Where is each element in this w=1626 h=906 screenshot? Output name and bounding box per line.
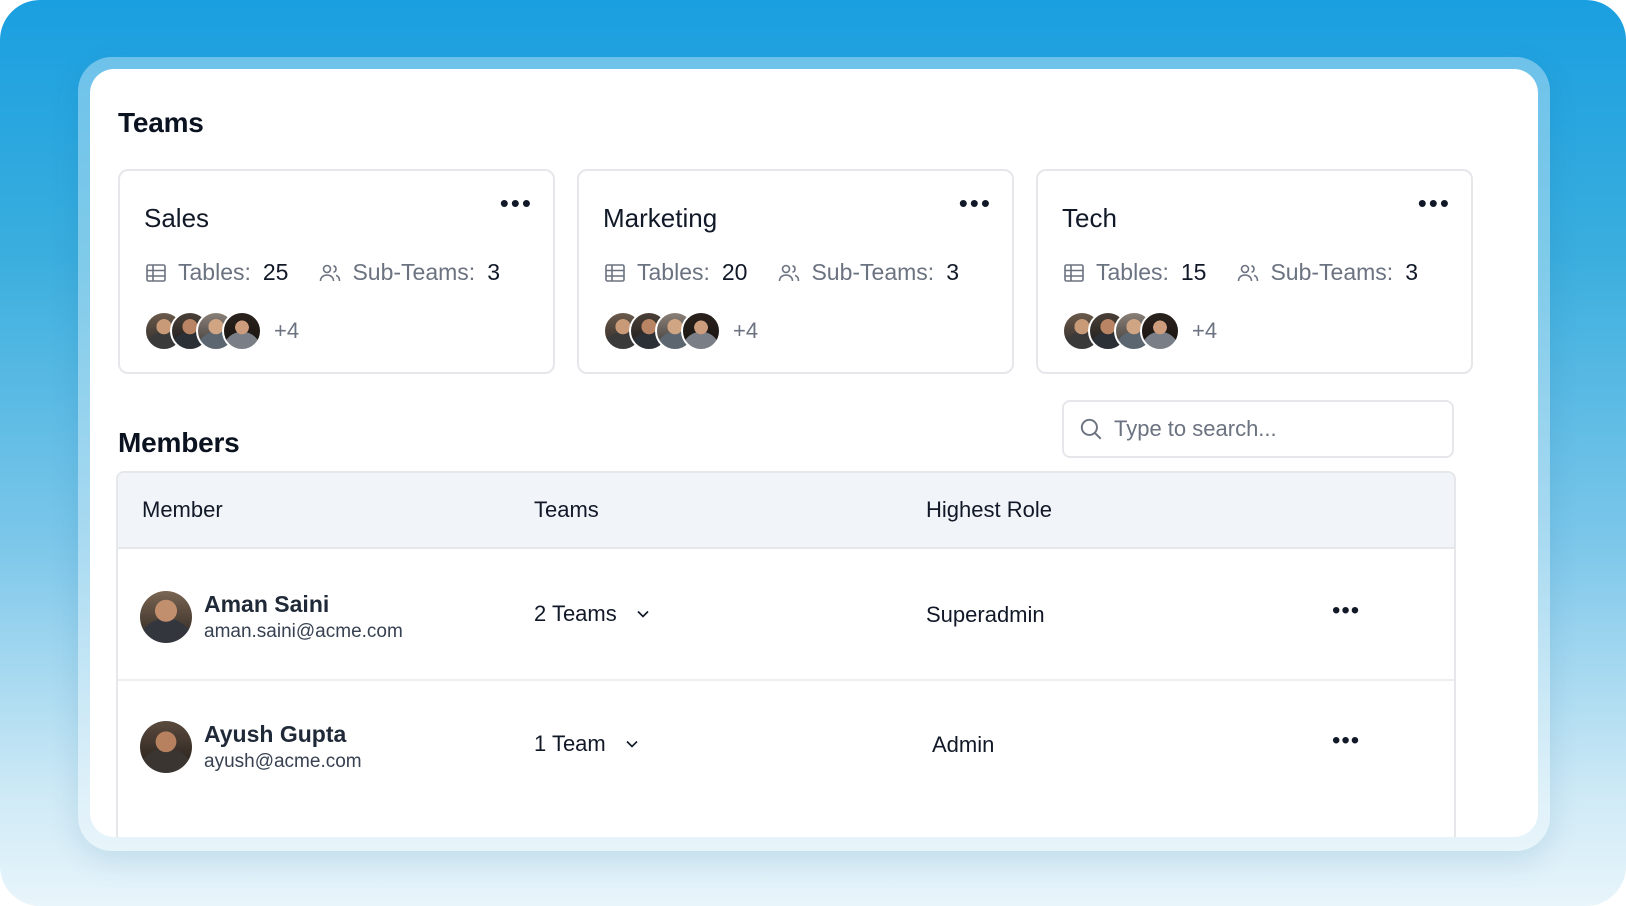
avatar <box>140 721 192 773</box>
team-card-tech[interactable]: Tech ••• Tables: 15 Sub-Teams: 3 +4 <box>1036 169 1473 374</box>
member-email: aman.saini@acme.com <box>204 621 403 642</box>
chevron-down-icon <box>637 610 649 618</box>
subteams-count: 3 <box>1405 259 1418 285</box>
gradient-backdrop: Teams Sales ••• Tables: 25 Sub-Teams: 3 … <box>0 0 1626 906</box>
members-table: Member Teams Highest Role Aman Saini ama… <box>116 471 1456 837</box>
tables-count: 25 <box>262 259 289 285</box>
team-member-avatars[interactable]: +4 <box>144 311 299 351</box>
members-heading: Members <box>118 427 240 458</box>
team-stats: Tables: 25 Sub-Teams: 3 <box>144 259 500 286</box>
tables-label: Tables: <box>1096 259 1169 285</box>
search-input[interactable] <box>1114 416 1444 442</box>
team-stats: Tables: 20 Sub-Teams: 3 <box>603 259 959 286</box>
team-menu-button[interactable]: ••• <box>959 190 992 216</box>
team-menu-button[interactable]: ••• <box>500 190 533 216</box>
users-icon <box>779 264 800 281</box>
team-card-marketing[interactable]: Marketing ••• Tables: 20 Sub-Teams: 3 +4 <box>577 169 1014 374</box>
main-panel: Teams Sales ••• Tables: 25 Sub-Teams: 3 … <box>90 69 1538 837</box>
tables-label: Tables: <box>178 259 251 285</box>
subteams-label: Sub-Teams: <box>811 259 935 285</box>
team-name: Sales <box>144 203 210 233</box>
avatar <box>140 591 192 643</box>
teams-dropdown[interactable]: 2 Teams <box>534 601 653 627</box>
more-members-count: +4 <box>274 318 300 343</box>
member-search[interactable] <box>1062 400 1454 458</box>
table-row[interactable]: Ayush Gupta ayush@acme.com 1 Team Admin … <box>118 681 1454 811</box>
avatar <box>681 311 721 351</box>
team-card-sales[interactable]: Sales ••• Tables: 25 Sub-Teams: 3 +4 <box>118 169 555 374</box>
column-header-highest-role[interactable]: Highest Role <box>926 497 1052 523</box>
teams-heading: Teams <box>118 107 204 138</box>
team-name: Marketing <box>603 203 718 233</box>
tables-label: Tables: <box>637 259 710 285</box>
table-grid-icon <box>605 263 625 282</box>
table-grid-icon <box>146 263 166 282</box>
teams-dropdown[interactable]: 1 Team <box>534 731 642 757</box>
users-icon <box>320 264 341 281</box>
team-stats: Tables: 15 Sub-Teams: 3 <box>1062 259 1418 286</box>
avatar <box>1140 311 1180 351</box>
team-name: Tech <box>1062 203 1117 233</box>
tables-count: 20 <box>721 259 748 285</box>
table-grid-icon <box>1064 263 1084 282</box>
member-name: Ayush Gupta <box>204 721 347 747</box>
more-members-count: +4 <box>1192 318 1218 343</box>
member-name: Aman Saini <box>204 591 330 617</box>
subteams-label: Sub-Teams: <box>1270 259 1394 285</box>
column-header-teams[interactable]: Teams <box>534 497 599 523</box>
member-email: ayush@acme.com <box>204 751 362 772</box>
team-member-avatars[interactable]: +4 <box>1062 311 1217 351</box>
row-menu-button[interactable]: ••• <box>1332 727 1360 755</box>
tables-count: 15 <box>1180 259 1207 285</box>
table-row[interactable]: Aman Saini aman.saini@acme.com 2 Teams S… <box>118 551 1454 681</box>
subteams-count: 3 <box>487 259 500 285</box>
avatar <box>222 311 262 351</box>
search-icon <box>1080 418 1102 440</box>
subteams-count: 3 <box>946 259 959 285</box>
chevron-down-icon <box>626 740 638 748</box>
users-icon <box>1238 264 1259 281</box>
team-menu-button[interactable]: ••• <box>1418 190 1451 216</box>
table-header: Member Teams Highest Role <box>118 473 1454 549</box>
teams-count: 2 Teams <box>534 601 617 626</box>
member-role: Superadmin <box>926 602 1045 627</box>
teams-count: 1 Team <box>534 731 606 756</box>
member-role: Admin <box>932 732 995 757</box>
more-members-count: +4 <box>733 318 759 343</box>
row-menu-button[interactable]: ••• <box>1332 597 1360 625</box>
column-header-member[interactable]: Member <box>142 497 223 523</box>
subteams-label: Sub-Teams: <box>352 259 476 285</box>
team-member-avatars[interactable]: +4 <box>603 311 758 351</box>
